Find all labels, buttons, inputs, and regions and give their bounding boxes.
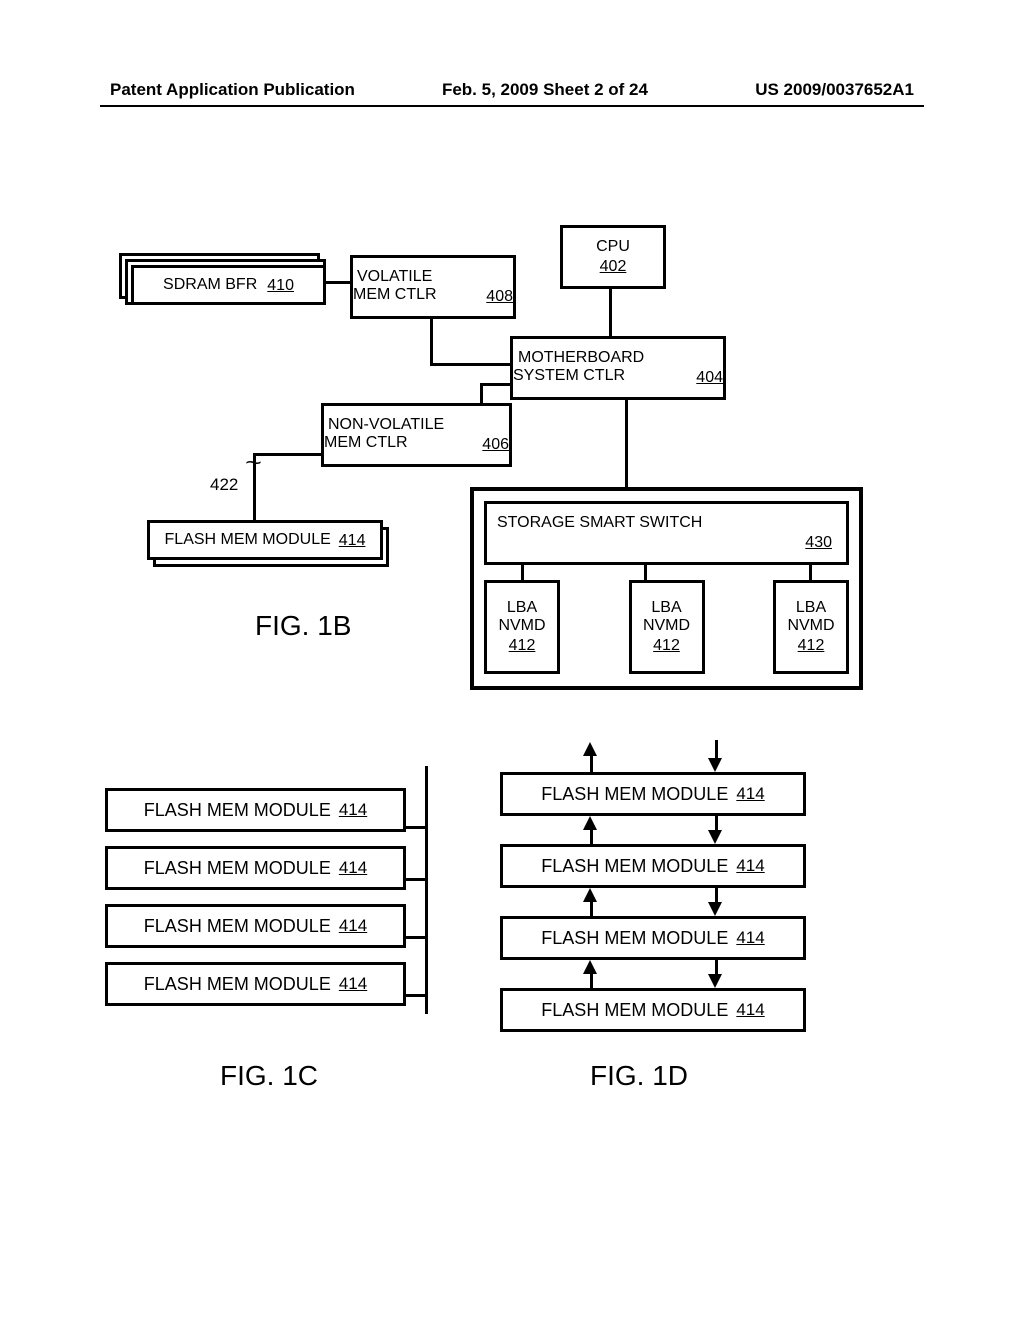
motherboard-l2: SYSTEM CTLR — [513, 367, 625, 387]
sdram-box: SDRAM BFR 410 — [131, 265, 326, 305]
nonvol-box: NON-VOLATILE MEM CTLR 406 — [321, 403, 512, 467]
line — [430, 363, 510, 366]
figure-1b: CPU 402 MOTHERBOARD SYSTEM CTLR 404 VOLA… — [125, 225, 885, 695]
line — [625, 397, 628, 487]
fig1c-item: FLASH MEM MODULE 414 — [105, 962, 406, 1006]
arrow-down-icon — [708, 902, 722, 916]
figure-1d: FLASH MEM MODULE 414 FLASH MEM MODULE 41… — [500, 740, 830, 1060]
nonvol-l2: MEM CTLR — [324, 434, 408, 454]
fig-1c-label: FIG. 1C — [220, 1060, 318, 1092]
arrow-up-icon — [583, 888, 597, 902]
line — [430, 316, 433, 366]
lba-row: LBA NVMD 412 LBA NVMD 412 LBA NVMD 412 — [474, 580, 859, 674]
cpu-label: CPU — [596, 238, 630, 256]
tilde-icon: ~ — [245, 450, 262, 476]
header-left: Patent Application Publication — [110, 80, 355, 100]
lba-box-3: LBA NVMD 412 — [773, 580, 849, 674]
sdram-label: SDRAM BFR — [163, 276, 257, 294]
page-header: Patent Application Publication Feb. 5, 2… — [0, 80, 1024, 100]
cpu-ref: 402 — [600, 258, 627, 276]
arrow-down-icon — [708, 830, 722, 844]
fig1d-item: FLASH MEM MODULE 414 — [500, 844, 806, 888]
header-right: US 2009/0037652A1 — [755, 80, 914, 100]
fig-1d-label: FIG. 1D — [590, 1060, 688, 1092]
line — [480, 383, 510, 386]
switch-ref: 430 — [805, 534, 846, 552]
line — [609, 286, 612, 336]
switch-box: STORAGE SMART SWITCH 430 — [484, 501, 849, 565]
line — [253, 453, 321, 456]
fig1c-item: FLASH MEM MODULE 414 — [105, 846, 406, 890]
arrow-down-icon — [708, 974, 722, 988]
sdram-ref: 410 — [267, 277, 294, 295]
lba-l2: NVMD — [498, 617, 545, 635]
busref-label: 422 — [210, 475, 238, 495]
volmem-ref: 408 — [486, 288, 513, 306]
arrow-down-icon — [708, 758, 722, 772]
fig1d-item: FLASH MEM MODULE 414 — [500, 988, 806, 1032]
lba-box-2: LBA NVMD 412 — [629, 580, 705, 674]
fig1c-item: FLASH MEM MODULE 414 — [105, 904, 406, 948]
fig1d-item: FLASH MEM MODULE 414 — [500, 772, 806, 816]
arrow-up-icon — [583, 960, 597, 974]
nonvol-l1: NON-VOLATILE — [320, 416, 513, 434]
motherboard-l1: MOTHERBOARD — [508, 349, 728, 367]
flashmod-box: FLASH MEM MODULE 414 — [147, 520, 383, 560]
figure-1c: FLASH MEM MODULE 414 FLASH MEM MODULE 41… — [105, 768, 465, 1058]
header-mid: Feb. 5, 2009 Sheet 2 of 24 — [395, 80, 695, 100]
lba-ref: 412 — [509, 637, 536, 655]
nonvol-ref: 406 — [482, 436, 509, 454]
flashmod-label: FLASH MEM MODULE — [165, 531, 331, 549]
arrow-up-icon — [583, 742, 597, 756]
fig1d-item: FLASH MEM MODULE 414 — [500, 916, 806, 960]
volmem-l2: MEM CTLR — [353, 286, 437, 306]
fig-1b-label: FIG. 1B — [255, 610, 351, 642]
switch-container: STORAGE SMART SWITCH 430 LBA NVMD 412 LB… — [470, 487, 863, 690]
volmem-l1: VOLATILE — [349, 268, 517, 286]
switch-label: STORAGE SMART SWITCH — [487, 514, 702, 532]
flashmod-ref: 414 — [339, 532, 366, 550]
cpu-box: CPU 402 — [560, 225, 666, 289]
motherboard-ref: 404 — [696, 369, 723, 387]
volmem-box: VOLATILE MEM CTLR 408 — [350, 255, 516, 319]
line — [480, 383, 483, 405]
header-rule — [100, 105, 924, 107]
motherboard-box: MOTHERBOARD SYSTEM CTLR 404 — [510, 336, 726, 400]
lba-l1: LBA — [507, 599, 537, 617]
lba-box-1: LBA NVMD 412 — [484, 580, 560, 674]
arrow-up-icon — [583, 816, 597, 830]
line — [326, 281, 350, 284]
fig1c-item: FLASH MEM MODULE 414 — [105, 788, 406, 832]
